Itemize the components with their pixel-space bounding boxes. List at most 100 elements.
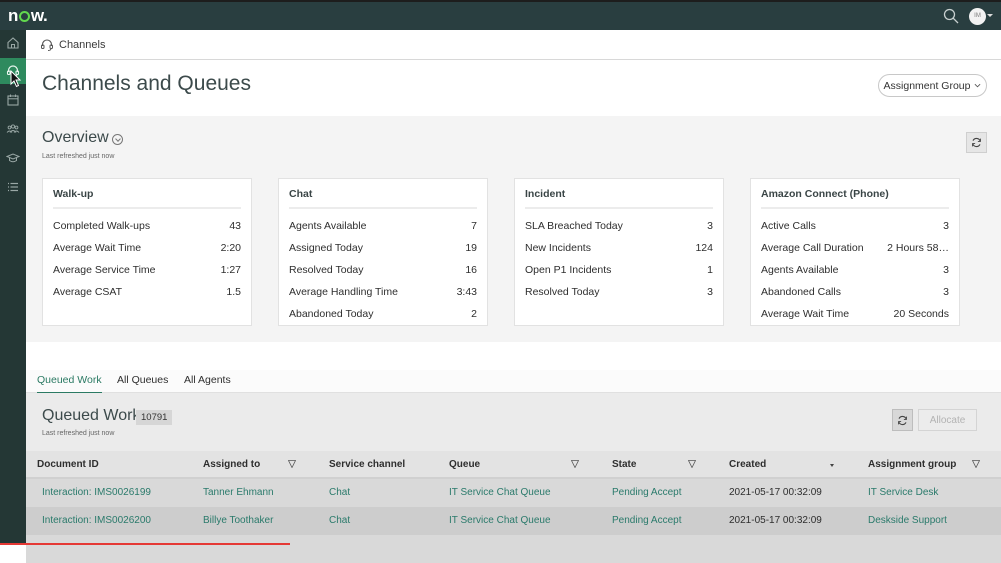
cell-assigned-to[interactable]: Tanner Ehmann — [203, 487, 274, 498]
table-row[interactable]: Interaction: IMS0026199 Tanner Ehmann Ch… — [26, 479, 1001, 507]
overview-section: Overview Last refreshed just now Walk-up… — [26, 116, 1001, 342]
mouse-cursor-icon — [10, 70, 22, 88]
breadcrumb-label[interactable]: Channels — [59, 39, 105, 51]
metric-value: 3 — [943, 286, 949, 298]
metric-value: 20 Seconds — [893, 308, 949, 320]
search-icon[interactable] — [943, 8, 959, 24]
cell-assigned-to[interactable]: Billye Toothaker — [203, 515, 273, 526]
cell-service-channel[interactable]: Chat — [329, 487, 350, 498]
metric-row[interactable]: Agents Available 7 — [289, 215, 477, 237]
sidebar-item-team[interactable] — [0, 116, 26, 142]
cell-state[interactable]: Pending Accept — [612, 487, 682, 498]
metric-label: Completed Walk-ups — [53, 220, 151, 232]
metric-row[interactable]: Completed Walk-ups 43 — [53, 215, 241, 237]
metric-label: Average Handling Time — [289, 286, 398, 298]
cell-document-id[interactable]: Interaction: IMS0026199 — [42, 487, 151, 498]
sidebar — [0, 30, 26, 545]
metric-value: 3:43 — [456, 286, 477, 298]
sidebar-item-list[interactable] — [0, 174, 26, 200]
cell-assignment-group[interactable]: Deskside Support — [868, 515, 947, 526]
metric-row[interactable]: Agents Available 3 — [761, 259, 949, 281]
column-header-assigned-to[interactable]: Assigned to — [203, 459, 260, 470]
overview-refresh-button[interactable] — [966, 132, 987, 153]
metric-row[interactable]: New Incidents 124 — [525, 237, 713, 259]
allocate-button[interactable]: Allocate — [918, 409, 977, 431]
metric-value: 124 — [695, 242, 713, 254]
column-header-service-channel[interactable]: Service channel — [329, 459, 405, 470]
metric-value: 2 — [471, 308, 477, 320]
metric-row[interactable]: Assigned Today 19 — [289, 237, 477, 259]
filter-icon[interactable] — [571, 460, 579, 468]
metric-row[interactable]: Active Calls 3 — [761, 215, 949, 237]
column-header-state[interactable]: State — [612, 459, 636, 470]
workspace-tabs: Queued Work All Queues All Agents — [26, 370, 1001, 394]
assignment-group-dropdown[interactable]: Assignment Group — [878, 74, 987, 97]
sidebar-item-calendar[interactable] — [0, 87, 26, 113]
metric-row[interactable]: Resolved Today 16 — [289, 259, 477, 281]
refresh-icon — [972, 137, 981, 148]
tab-queued-work[interactable]: Queued Work — [37, 374, 102, 394]
metric-label: Agents Available — [289, 220, 367, 232]
table-row-partial[interactable] — [26, 535, 1001, 563]
metric-label: New Incidents — [525, 242, 591, 254]
metric-value: 1 — [707, 264, 713, 276]
sort-descending-icon[interactable] — [830, 464, 834, 467]
queued-work-refresh-button[interactable] — [892, 409, 913, 431]
metric-value: 2:20 — [220, 242, 241, 254]
metric-row[interactable]: Average CSAT 1.5 — [53, 281, 241, 303]
column-header-assignment-group[interactable]: Assignment group — [868, 459, 956, 470]
metric-value: 19 — [465, 242, 477, 254]
cell-state[interactable]: Pending Accept — [612, 515, 682, 526]
metric-label: Average CSAT — [53, 286, 123, 298]
sidebar-item-home[interactable] — [0, 30, 26, 56]
metric-row[interactable]: Open P1 Incidents 1 — [525, 259, 713, 281]
assignment-group-label: Assignment Group — [883, 79, 971, 92]
home-icon — [7, 37, 19, 49]
overview-title: Overview — [42, 129, 109, 146]
metric-label: Agents Available — [761, 264, 839, 276]
metric-value: 3 — [943, 264, 949, 276]
user-avatar[interactable]: IM — [969, 8, 986, 25]
metric-row[interactable]: Abandoned Today 2 — [289, 303, 477, 325]
filter-icon[interactable] — [288, 460, 296, 468]
table-row[interactable]: Interaction: IMS0026200 Billye Toothaker… — [26, 507, 1001, 535]
metric-label: Average Service Time — [53, 264, 156, 276]
metric-value: 3 — [707, 286, 713, 298]
metric-label: Resolved Today — [525, 286, 600, 298]
overview-collapse-icon[interactable] — [112, 134, 123, 145]
cell-assignment-group[interactable]: IT Service Desk — [868, 487, 938, 498]
metric-label: Open P1 Incidents — [525, 264, 612, 276]
metric-row[interactable]: Resolved Today 3 — [525, 281, 713, 303]
metric-row[interactable]: Average Wait Time 2:20 — [53, 237, 241, 259]
metric-row[interactable]: Average Handling Time 3:43 — [289, 281, 477, 303]
table-header: Document ID Assigned to Service channel … — [26, 451, 1001, 479]
tab-all-queues[interactable]: All Queues — [117, 374, 168, 392]
servicenow-logo[interactable]: n w. — [8, 6, 48, 26]
cell-queue[interactable]: IT Service Chat Queue — [449, 515, 551, 526]
incident-card: Incident SLA Breached Today 3 New Inciden… — [514, 178, 724, 326]
column-header-queue[interactable]: Queue — [449, 459, 480, 470]
queued-work-section: Queued Work 10791 Last refreshed just no… — [26, 393, 1001, 563]
metric-label: Average Wait Time — [761, 308, 850, 320]
sidebar-item-learning[interactable] — [0, 145, 26, 171]
metric-value: 2 Hours 58… — [887, 242, 949, 254]
metric-row[interactable]: Average Call Duration 2 Hours 58… — [761, 237, 949, 259]
card-title: Incident — [525, 188, 713, 209]
metric-row[interactable]: Abandoned Calls 3 — [761, 281, 949, 303]
avatar-caret-icon[interactable] — [987, 14, 993, 17]
cell-queue[interactable]: IT Service Chat Queue — [449, 487, 551, 498]
filter-icon[interactable] — [972, 460, 980, 468]
metric-row[interactable]: Average Service Time 1:27 — [53, 259, 241, 281]
list-icon — [8, 182, 18, 192]
metric-row[interactable]: SLA Breached Today 3 — [525, 215, 713, 237]
cell-service-channel[interactable]: Chat — [329, 515, 350, 526]
cell-document-id[interactable]: Interaction: IMS0026200 — [42, 515, 151, 526]
tab-all-agents[interactable]: All Agents — [184, 374, 231, 392]
column-header-created[interactable]: Created — [729, 459, 766, 470]
metric-row[interactable]: Average Wait Time 20 Seconds — [761, 303, 949, 325]
column-header-document-id[interactable]: Document ID — [37, 459, 99, 470]
metric-label: Average Wait Time — [53, 242, 142, 254]
queued-work-table: Document ID Assigned to Service channel … — [26, 451, 1001, 563]
filter-icon[interactable] — [688, 460, 696, 468]
metric-value: 43 — [229, 220, 241, 232]
